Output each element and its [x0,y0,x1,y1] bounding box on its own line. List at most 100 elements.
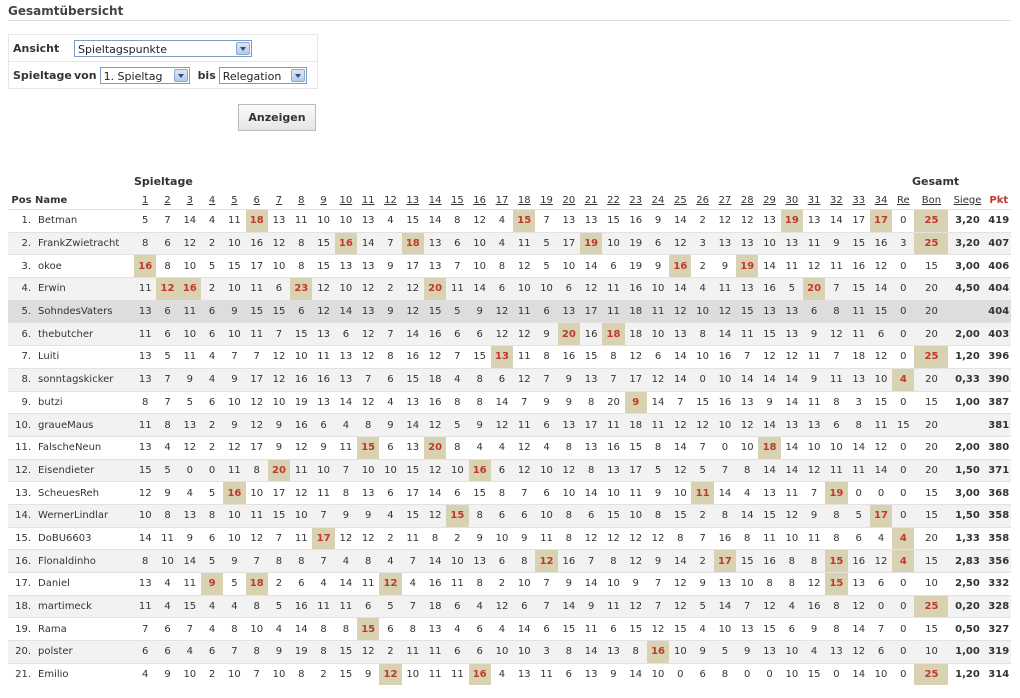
matchday-header[interactable]: 7 [268,191,290,210]
score-cell: 14 [423,481,447,505]
matchday-header[interactable]: 23 [625,191,647,210]
ansicht-select[interactable]: Spieltagspunkte [74,39,252,57]
table-row: 18. martimeck 11 4 15 4 4 8 5 16 11 11 6 5 7 18 6 4 12 6 7 14… [8,594,1011,618]
matchday-header[interactable]: 26 [691,191,713,210]
matchday-header[interactable]: 5 [223,191,245,210]
matchday-header[interactable]: 12 [379,191,401,210]
score-cell: 11 [691,481,714,505]
player-name-link[interactable]: Emilio [35,662,135,686]
matchday-header[interactable]: 10 [335,191,357,210]
score-cell: 7 [513,390,536,414]
score-cell: 7 [535,209,558,233]
player-name-link[interactable]: Rama [35,617,135,641]
score-cell: 16 [290,367,313,391]
score-cell: 17 [557,231,580,255]
score-cell: 12 [490,594,514,618]
bis-select[interactable]: Relegation [218,66,307,84]
matchday-header[interactable]: 18 [513,191,535,210]
player-name-link[interactable]: DoBU6603 [35,526,135,550]
matchday-header[interactable]: 11 [357,191,379,210]
score-cell: 10 [223,503,246,528]
matchday-header[interactable]: 15 [446,191,468,210]
player-name-link[interactable]: thebutcher [35,322,135,346]
player-name-link[interactable]: WernerLindlar [35,503,135,528]
matchday-header[interactable]: 34 [870,191,892,210]
matchday-header[interactable]: 24 [647,191,669,210]
player-name-link[interactable]: ScheuesReh [35,481,135,505]
player-name-link[interactable]: okoe [35,254,135,278]
points-cell: 332 [986,572,1011,596]
score-cell: 13 [825,640,848,664]
player-name-link[interactable]: butzi [35,390,135,414]
matchday-header[interactable]: 22 [602,191,624,210]
score-cell: 5 [178,390,201,414]
score-cell: 11 [446,662,469,686]
matchday-header[interactable]: 20 [558,191,580,210]
matchday-header[interactable]: Re [892,191,914,210]
score-cell: 9 [513,526,536,550]
matchday-header[interactable]: 31 [803,191,825,210]
player-name-link[interactable]: sonntagskicker [35,367,135,391]
matchday-header[interactable]: 21 [580,191,602,210]
col-pos-header[interactable]: Pos [8,191,35,210]
anzeigen-button[interactable]: Anzeigen [238,104,316,131]
player-name-link[interactable]: Eisendieter [35,458,135,482]
matchday-header[interactable]: 4 [201,191,223,210]
score-cell: 14 [713,594,737,618]
player-name-link[interactable]: FrankZwietracht [35,231,135,255]
table-row: 17. Daniel 13 4 11 9 5 18 2 6 4 14 11 12 4 16 11 8 2 10 7 9 14… [8,572,1011,596]
matchday-header[interactable]: 6 [246,191,268,210]
matchday-header[interactable]: 3 [179,191,201,210]
score-cell: 11 [780,254,803,278]
score-cell: 4 [535,435,558,460]
score-cell: 12 [758,594,781,618]
siege-cell: 1,20 [948,345,987,369]
matchday-header[interactable]: 33 [848,191,870,210]
score-cell: 7 [691,526,714,550]
score-cell: 10 [736,435,759,460]
matchday-header[interactable]: 27 [714,191,736,210]
matchday-header[interactable]: 2 [156,191,178,210]
player-name-link[interactable]: FalscheNeun [35,435,135,460]
score-cell: 16 [713,345,737,369]
player-name-link[interactable]: graueMaus [35,413,135,437]
matchday-header[interactable]: 28 [736,191,758,210]
matchday-header[interactable]: 29 [758,191,780,210]
matchday-header[interactable]: 9 [312,191,334,210]
matchday-header[interactable]: 19 [535,191,557,210]
matchday-header[interactable]: 30 [781,191,803,210]
col-pkt-header[interactable]: Pkt [986,191,1011,210]
matchday-header[interactable]: 8 [290,191,312,210]
col-name-header[interactable]: Name [35,191,134,210]
score-cell: 12 [736,209,759,233]
player-name-link[interactable]: Flonaldinho [35,549,135,573]
matchday-header[interactable]: 13 [402,191,424,210]
score-cell: 12 [669,594,692,618]
col-bon-header[interactable]: Bon [914,191,948,210]
player-name-link[interactable]: polster [35,640,135,664]
matchday-header[interactable]: 14 [424,191,446,210]
von-select[interactable]: 1. Spieltag [99,66,190,84]
points-cell: 319 [986,640,1011,664]
matchday-header[interactable]: 16 [469,191,491,210]
player-name-link[interactable]: Erwin [35,277,135,301]
player-name-link[interactable]: SohndesVaters [35,299,135,323]
player-name-link[interactable]: Betman [35,209,135,233]
col-siege-header[interactable]: Siege [948,191,986,210]
matchday-header[interactable]: 1 [134,191,156,210]
matchday-header[interactable]: 25 [669,191,691,210]
matchday-header[interactable]: 32 [825,191,847,210]
score-cell: 2 [312,662,335,686]
matchday-header[interactable]: 17 [491,191,513,210]
score-cell: 8 [825,617,848,641]
player-name-link[interactable]: martimeck [35,594,135,618]
score-cell: 5 [156,345,179,369]
score-cell: 4 [490,662,514,686]
player-name-link[interactable]: Luiti [35,345,135,369]
player-name-link[interactable]: Daniel [35,572,135,596]
score-cell: 6 [446,640,469,664]
bonus-cell: 25 [914,231,949,255]
points-cell: 368 [986,481,1011,505]
score-cell: 11 [290,526,313,550]
bonus-cell: 15 [914,390,949,414]
